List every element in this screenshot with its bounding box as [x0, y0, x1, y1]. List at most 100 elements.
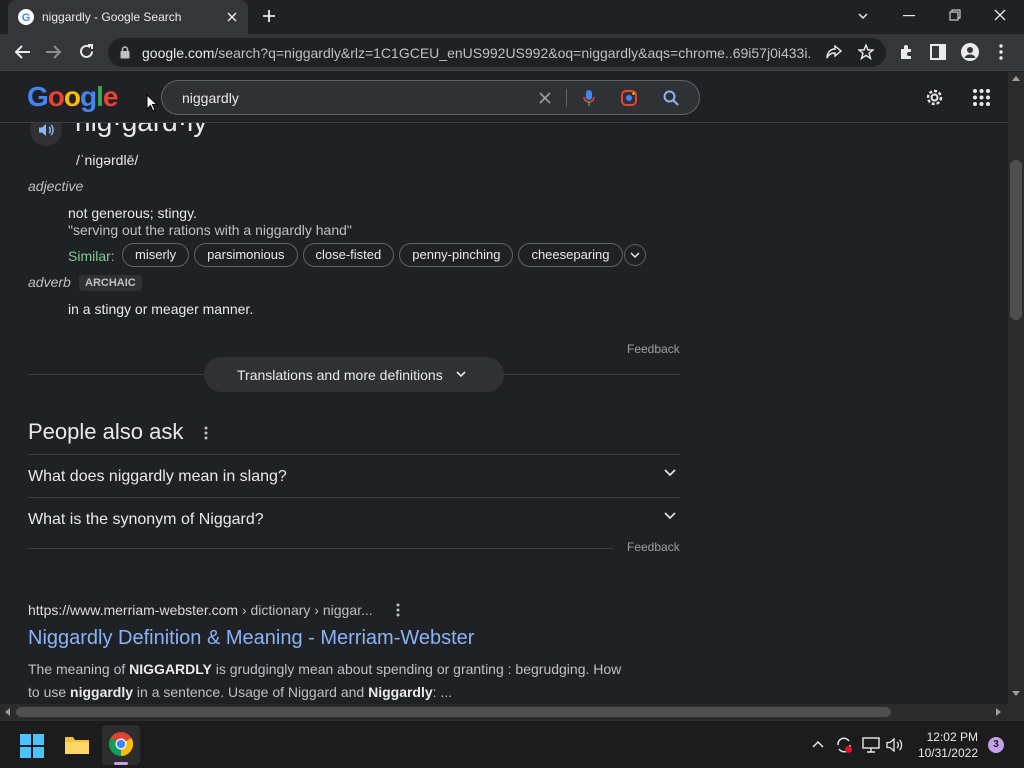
example-1: "serving out the rations with a niggardl…: [68, 222, 352, 238]
close-window-icon[interactable]: [994, 9, 1006, 21]
definition-2: in a stingy or meager manner.: [68, 301, 254, 317]
clear-search-icon[interactable]: [539, 92, 551, 104]
paa-more-options-icon[interactable]: [204, 426, 208, 440]
definition-1: not generous; stingy.: [68, 205, 197, 221]
minimize-icon[interactable]: [903, 15, 915, 17]
url-path: /search?q=niggardly&rlz=1C1GCEU_enUS992U…: [214, 44, 812, 61]
mouse-cursor-icon: [146, 94, 158, 112]
logo-letter: G: [27, 81, 49, 112]
paa-question[interactable]: What does niggardly mean in slang?: [28, 454, 680, 497]
scroll-up-arrow-icon[interactable]: [1012, 76, 1020, 81]
tab-search-chevron-icon[interactable]: [857, 10, 869, 22]
back-icon[interactable]: [13, 44, 31, 60]
show-hidden-icons-chevron-icon[interactable]: [812, 740, 824, 748]
search-results-page: nig·gard·ly /ˈniɡərdlē/ adjective not ge…: [0, 72, 1008, 704]
windows-taskbar: 12:02 PM 10/31/2022 3: [0, 720, 1024, 768]
part-of-speech-adjective: adjective: [28, 178, 84, 194]
active-app-indicator: [114, 762, 128, 765]
reload-icon[interactable]: [78, 43, 95, 60]
browser-tab[interactable]: G niggardly - Google Search: [8, 0, 248, 34]
similar-chip[interactable]: cheeseparing: [518, 243, 623, 267]
tab-title: niggardly - Google Search: [42, 10, 182, 24]
network-icon[interactable]: [862, 737, 880, 753]
scroll-left-arrow-icon[interactable]: [5, 708, 10, 716]
horizontal-scrollbar[interactable]: [0, 704, 1024, 720]
search-icon[interactable]: [663, 90, 679, 106]
lock-icon[interactable]: [120, 46, 130, 59]
result-cite-url: https://www.merriam-webster.com: [28, 602, 239, 618]
result-more-options-icon[interactable]: [396, 603, 400, 617]
similar-chip[interactable]: close-fisted: [302, 243, 395, 267]
snippet-highlight: Niggardly: [368, 684, 433, 700]
similar-label: Similar:: [68, 248, 115, 264]
logo-letter: o: [47, 81, 65, 112]
forward-icon[interactable]: [45, 44, 63, 60]
chevron-down-icon: [456, 371, 466, 378]
logo-letter: l: [96, 81, 104, 112]
close-tab-icon[interactable]: [226, 11, 238, 23]
bookmark-star-icon[interactable]: [858, 44, 874, 60]
google-apps-icon[interactable]: [973, 89, 990, 106]
result-title-link[interactable]: Niggardly Definition & Meaning - Merriam…: [28, 627, 474, 650]
paa-question-text: What does niggardly mean in slang?: [28, 468, 287, 485]
snippet-highlight: NIGGARDLY: [129, 661, 212, 677]
share-icon[interactable]: [826, 45, 842, 60]
vertical-scroll-thumb[interactable]: [1010, 160, 1022, 320]
clock-date: 10/31/2022: [917, 746, 978, 760]
settings-gear-icon[interactable]: [924, 87, 945, 108]
similar-chip[interactable]: parsimonious: [194, 243, 298, 267]
browser-toolbar: google.com/search?q=niggardly&rlz=1C1GCE…: [0, 34, 1024, 71]
logo-letter: e: [102, 81, 119, 112]
search-query-text: niggardly: [182, 90, 239, 106]
side-panel-icon[interactable]: [930, 44, 946, 60]
svg-text:G: G: [22, 12, 31, 24]
snippet-text: in a sentence. Usage of Niggard and: [133, 684, 369, 700]
voice-search-icon[interactable]: [583, 89, 595, 107]
google-logo[interactable]: Google: [27, 81, 119, 113]
paa-question[interactable]: What is the synonym of Niggard?: [28, 497, 680, 540]
chevron-down-icon: [664, 512, 676, 520]
horizontal-scroll-thumb[interactable]: [16, 707, 891, 717]
lens-search-icon[interactable]: [620, 89, 638, 107]
logo-letter: g: [80, 81, 97, 112]
result-cite[interactable]: https://www.merriam-webster.com › dictio…: [28, 602, 373, 618]
chevron-down-icon: [664, 469, 676, 477]
scroll-down-arrow-icon[interactable]: [1012, 691, 1020, 696]
chrome-icon: [109, 732, 133, 756]
more-definitions-label: Translations and more definitions: [237, 367, 443, 383]
paa-title: People also ask: [28, 419, 184, 444]
google-header: Google niggardly: [0, 72, 1008, 123]
chrome-menu-icon[interactable]: [999, 44, 1003, 60]
phonetic-text: /ˈniɡərdlē/: [76, 152, 139, 168]
address-bar[interactable]: google.com/search?q=niggardly&rlz=1C1GCE…: [108, 38, 886, 67]
extensions-icon[interactable]: [898, 44, 914, 60]
url-host: google.com: [142, 44, 215, 61]
dictionary-feedback-link[interactable]: Feedback: [627, 342, 680, 356]
similar-chip[interactable]: penny-pinching: [399, 243, 514, 267]
snippet-highlight: niggardly: [70, 684, 134, 700]
volume-icon[interactable]: [886, 737, 904, 753]
paa-feedback-link[interactable]: Feedback: [627, 540, 680, 554]
chrome-taskbar-button[interactable]: [102, 725, 140, 765]
similar-chip[interactable]: miserly: [122, 243, 190, 267]
google-favicon-icon: G: [18, 9, 34, 25]
paa-question-text: What is the synonym of Niggard?: [28, 511, 264, 528]
taskbar-clock[interactable]: 12:02 PM 10/31/2022: [914, 729, 978, 761]
clock-time: 12:02 PM: [926, 730, 978, 744]
sync-update-icon[interactable]: [835, 736, 853, 754]
notification-badge[interactable]: 3: [988, 737, 1004, 753]
search-input[interactable]: niggardly: [161, 80, 700, 115]
snippet-text: is grudgingly mean about spending or gra…: [211, 661, 622, 677]
more-similar-button[interactable]: [624, 244, 646, 266]
new-tab-icon[interactable]: [262, 9, 276, 23]
more-definitions-button[interactable]: Translations and more definitions: [204, 357, 504, 392]
result-snippet: The meaning of NIGGARDLY is grudgingly m…: [28, 658, 628, 704]
logo-letter: o: [63, 81, 81, 112]
file-explorer-icon[interactable]: [64, 734, 90, 756]
restore-icon[interactable]: [949, 9, 961, 21]
profile-avatar-icon[interactable]: [961, 43, 979, 61]
scroll-right-arrow-icon[interactable]: [996, 708, 1001, 716]
windows-start-icon[interactable]: [20, 734, 44, 758]
url-text[interactable]: google.com/search?q=niggardly&rlz=1C1GCE…: [142, 45, 812, 61]
vertical-scrollbar[interactable]: [1008, 72, 1024, 704]
